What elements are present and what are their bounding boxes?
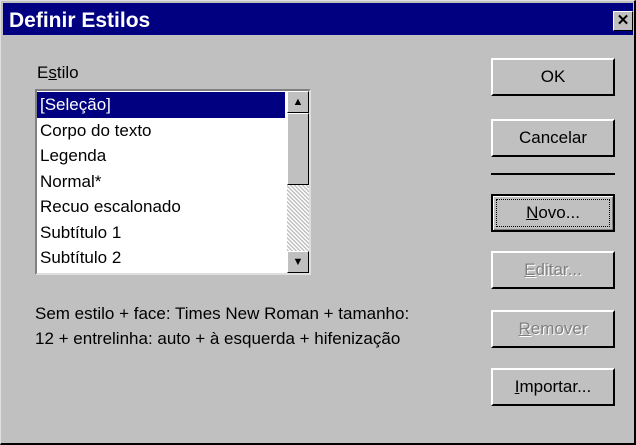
style-list-item[interactable]: [Seleção] xyxy=(37,92,285,118)
mnemonic-letter: E xyxy=(524,260,536,279)
define-styles-dialog: Definir Estilos ✕ Estilo [Seleção] Corpo … xyxy=(0,0,636,445)
style-listbox[interactable]: [Seleção] Corpo do texto Legenda Normal* Rec… xyxy=(35,89,311,275)
style-description: Sem estilo + face: Times New Roman + tam… xyxy=(35,304,410,348)
style-list-label: Estilo xyxy=(37,63,79,82)
style-list-item[interactable]: Normal* xyxy=(37,169,285,195)
title-bar[interactable]: Definir Estilos ✕ xyxy=(3,3,633,35)
style-list-scrollbar[interactable]: ▲ ▼ xyxy=(287,91,309,273)
cancel-button[interactable]: Cancelar xyxy=(491,119,615,157)
ok-button[interactable]: OK xyxy=(491,58,615,96)
mnemonic-letter: R xyxy=(518,319,531,338)
button-separator xyxy=(491,173,615,175)
mnemonic-letter: I xyxy=(514,377,520,396)
scroll-down-button[interactable]: ▼ xyxy=(287,251,309,273)
mnemonic-letter: s xyxy=(48,63,57,82)
edit-style-button[interactable]: Editar... xyxy=(491,251,615,289)
window-title: Definir Estilos xyxy=(9,9,151,32)
arrow-up-icon: ▲ xyxy=(292,96,304,108)
style-list-item[interactable]: Legenda xyxy=(37,143,285,169)
style-list-items: [Seleção] Corpo do texto Legenda Normal* Rec… xyxy=(37,92,285,271)
style-list-item[interactable]: Recuo escalonado xyxy=(37,194,285,220)
style-list-item[interactable]: Subtítulo 1 xyxy=(37,220,285,246)
new-style-button[interactable]: Novo... xyxy=(491,194,615,232)
import-style-button[interactable]: Importar... xyxy=(491,368,615,406)
scroll-thumb[interactable] xyxy=(287,113,309,185)
style-list-item[interactable]: Corpo do texto xyxy=(37,118,285,144)
mnemonic-letter: N xyxy=(526,203,539,222)
style-list-item[interactable]: Subtítulo 2 xyxy=(37,245,285,271)
scroll-up-button[interactable]: ▲ xyxy=(287,91,309,113)
close-button[interactable]: ✕ xyxy=(613,11,633,31)
arrow-down-icon: ▼ xyxy=(292,256,304,268)
remove-style-button[interactable]: Remover xyxy=(491,310,615,348)
close-icon: ✕ xyxy=(616,12,630,29)
